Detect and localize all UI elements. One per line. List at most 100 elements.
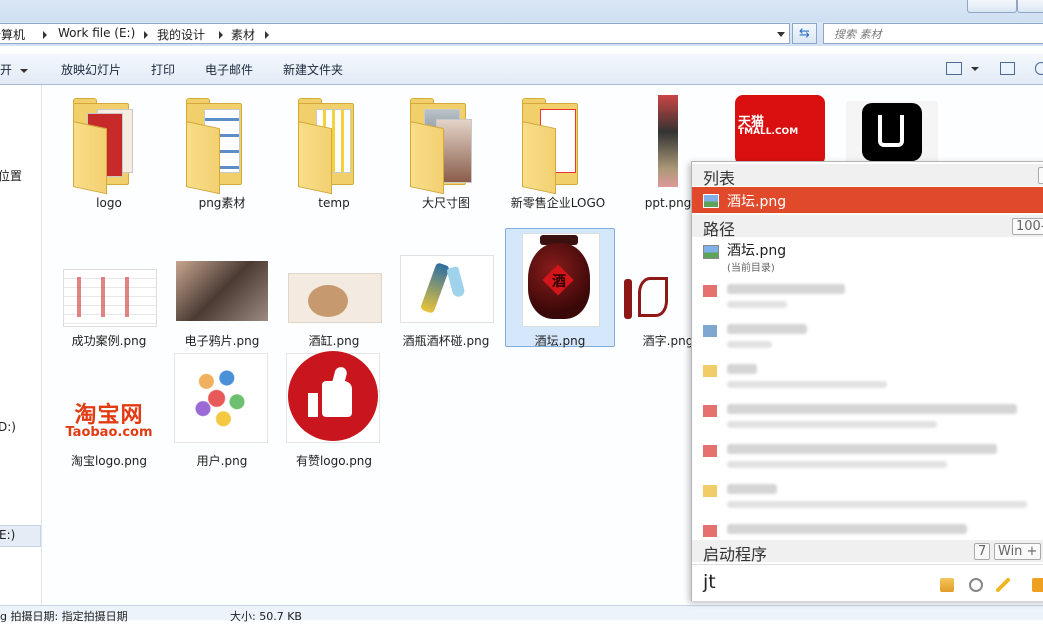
path-item[interactable]: 酒坛.png (当前目录) [692, 239, 1043, 277]
folder-icon [508, 95, 608, 195]
preview-pane-icon[interactable] [1000, 62, 1015, 75]
help-icon[interactable] [1035, 62, 1043, 75]
breadcrumb-separator-icon[interactable] [144, 31, 148, 39]
query-text: jt [703, 571, 716, 593]
quick-launcher-popup: 列表 酒坛.png 路径 100- 酒坛.png (当前目录) 启动程序 7 W… [691, 161, 1043, 601]
list-section-header: 列表 [692, 164, 1043, 188]
navigation-pane: 位置 D:) E:) [0, 85, 42, 605]
bottle-glass-thumbnail [396, 233, 496, 329]
image-file-icon [703, 245, 719, 259]
folder-star-icon[interactable] [940, 578, 954, 592]
path-item-blurred[interactable] [692, 479, 1043, 517]
path-item-blurred[interactable] [692, 399, 1043, 437]
file-name: 酒瓶酒杯碰.png [402, 334, 490, 348]
file-icon [703, 445, 717, 457]
file-name: 有赞logo.png [295, 454, 373, 468]
path-item-blurred[interactable] [692, 439, 1043, 477]
window-top-strip [0, 0, 1043, 22]
folder-icon [59, 95, 159, 195]
electronic-opium-thumbnail [172, 233, 272, 329]
refresh-button[interactable]: ⇆ [792, 23, 817, 44]
breadcrumb-material[interactable]: 素材 [231, 26, 255, 43]
launch-hint-shortcut: Win + [994, 543, 1042, 560]
status-size-text: 大小: 50.7 KB [230, 610, 302, 623]
email-button[interactable]: 电子邮件 [205, 61, 253, 78]
file-name: 电子鸦片.png [184, 334, 260, 348]
file-icon [703, 325, 717, 337]
file-name: 酒坛.png [534, 334, 586, 348]
open-dropdown-icon [20, 68, 29, 73]
minimize-button[interactable] [967, 0, 1017, 13]
success-cases-thumbnail [59, 233, 159, 329]
folder-icon [172, 95, 272, 195]
new-folder-button[interactable]: 新建文件夹 [283, 61, 343, 78]
file-name: 新零售企业LOGO [510, 196, 606, 210]
details-status-bar: g 拍摄日期: 指定拍摄日期 大小: 50.7 KB [0, 605, 1043, 623]
path-section-header: 路径 100- [692, 215, 1043, 239]
breadcrumb-separator-icon[interactable] [43, 31, 47, 39]
open-button[interactable]: 开 [0, 61, 29, 78]
print-button[interactable]: 打印 [151, 61, 175, 78]
path-item-label: 酒坛.png [727, 243, 787, 259]
tmall-logo-subtext: TMALL.COM [738, 127, 799, 137]
breadcrumb-drive[interactable]: Work file (E:) [58, 26, 135, 40]
folder-icon [703, 365, 717, 377]
search-input[interactable]: 搜索 素材 [823, 23, 1043, 44]
nav-item-location[interactable]: 位置 [0, 167, 22, 184]
status-date-text: g 拍摄日期: 指定拍摄日期 [0, 610, 128, 623]
clock-icon[interactable] [969, 578, 983, 592]
jar-character: 酒 [552, 274, 566, 290]
alert-icon[interactable] [1032, 578, 1043, 592]
nav-item-drive-e[interactable]: E:) [0, 525, 41, 547]
nav-item-drive-e-label: E:) [0, 528, 16, 542]
address-bar-row: 计算机 Work file (E:) 我的设计 素材 ⇆ 搜索 素材 [0, 22, 1043, 46]
launch-section-header: 启动程序 7 Win + [692, 540, 1043, 564]
path-item-blurred[interactable] [692, 279, 1043, 317]
view-dropdown-icon[interactable] [971, 67, 979, 71]
wine-vat-thumbnail [284, 233, 384, 329]
folder-icon [703, 485, 717, 497]
file-name: 用户.png [196, 454, 248, 468]
taobao-logo-thumbnail: 淘宝网 Taobao.com [59, 353, 159, 449]
list-hint-badge [1038, 167, 1043, 184]
breadcrumb-separator-icon[interactable] [265, 31, 269, 39]
launch-hint-number: 7 [974, 543, 991, 560]
file-name: logo [96, 196, 122, 210]
file-name: png素材 [198, 196, 246, 210]
path-item-sublabel: (当前目录) [727, 263, 775, 274]
path-item-blurred[interactable] [692, 359, 1043, 397]
path-item-blurred[interactable] [692, 519, 1043, 541]
address-bar[interactable]: 计算机 Work file (E:) 我的设计 素材 [0, 23, 790, 44]
file-icon [703, 525, 717, 537]
list-item-label: 酒坛.png [727, 194, 787, 210]
command-toolbar: 开 放映幻灯片 打印 电子邮件 新建文件夹 [0, 54, 1043, 85]
file-icon [703, 285, 717, 297]
folder-icon [284, 95, 384, 195]
file-icon [703, 405, 717, 417]
path-header-label: 路径 [703, 220, 736, 239]
launcher-query-input[interactable]: jt [692, 564, 1043, 601]
change-view-icon[interactable] [946, 62, 962, 75]
path-item-blurred[interactable] [692, 319, 1043, 357]
file-name: temp [318, 196, 350, 210]
nav-item-drive-d[interactable]: D:) [0, 420, 16, 434]
file-name: 淘宝logo.png [70, 454, 148, 468]
users-thumbnail [172, 353, 272, 449]
address-history-dropdown-icon[interactable] [777, 32, 785, 37]
launch-header-label: 启动程序 [703, 545, 768, 564]
youzan-logo-thumbnail [284, 351, 384, 449]
list-item-selected[interactable]: 酒坛.png [692, 187, 1043, 213]
path-hint-badge: 100- [1012, 218, 1043, 235]
list-header-label: 列表 [703, 169, 736, 188]
open-label: 开 [0, 63, 13, 77]
search-placeholder: 搜索 素材 [834, 28, 882, 41]
folder-icon [396, 95, 496, 195]
file-name: 成功案例.png [71, 334, 147, 348]
lightning-icon[interactable] [996, 578, 1010, 592]
maximize-button[interactable] [1017, 0, 1043, 13]
breadcrumb-computer[interactable]: 计算机 [0, 26, 25, 43]
image-file-icon [703, 194, 719, 208]
breadcrumb-separator-icon[interactable] [219, 31, 223, 39]
slideshow-button[interactable]: 放映幻灯片 [61, 61, 121, 78]
breadcrumb-my-design[interactable]: 我的设计 [157, 26, 205, 43]
